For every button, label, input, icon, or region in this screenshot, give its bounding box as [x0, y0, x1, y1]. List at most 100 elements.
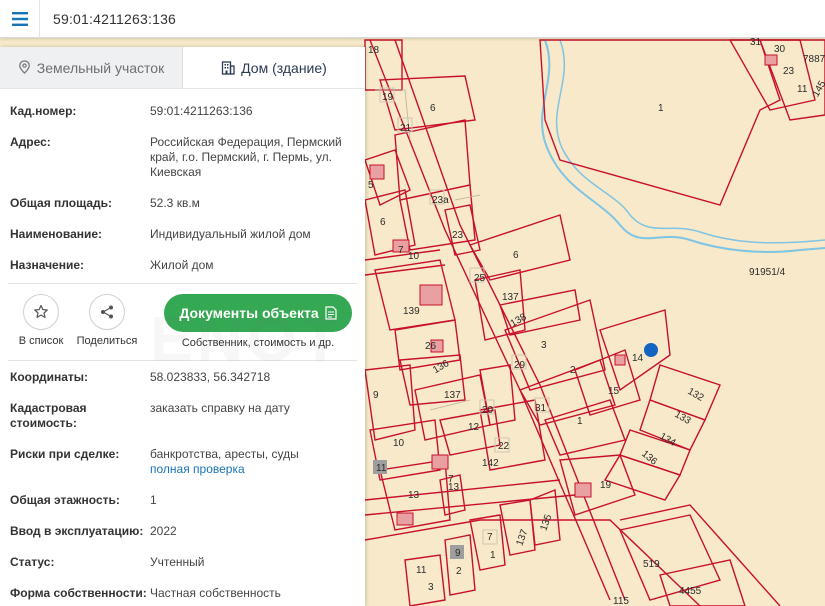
- label-floors: Общая этажность:: [10, 493, 120, 507]
- row-year: Ввод в эксплуатацию: 2022: [0, 524, 365, 539]
- favorite-button[interactable]: [23, 294, 59, 330]
- menu-button[interactable]: [0, 0, 40, 38]
- parcel-label: 9: [373, 390, 379, 401]
- parcel-label: 23: [452, 230, 464, 241]
- label-line: стоимость:: [10, 416, 77, 430]
- address-value: Российская Федерация, Пермский край, г.о…: [150, 135, 342, 180]
- share-button[interactable]: [89, 294, 125, 330]
- row-area: Общая площадь: 52.3 кв.м: [0, 196, 365, 211]
- row-status: Статус: Учтенный: [0, 555, 365, 570]
- purpose-value: Жилой дом: [150, 258, 214, 272]
- risks-text: банкротства, аресты, суды: [150, 447, 299, 461]
- parcel-label: 1: [490, 550, 496, 561]
- row-name: Наименование: Индивидуальный жилой дом: [0, 227, 365, 242]
- address-line: Киевская: [150, 165, 202, 179]
- search-input[interactable]: 59:01:4211263:136: [40, 11, 176, 27]
- label-purpose: Назначение:: [10, 258, 85, 272]
- parcel-label: 18: [368, 45, 380, 56]
- parcel-label: 19: [382, 92, 394, 103]
- documents-subtitle: Собственник, стоимость и др.: [181, 337, 335, 349]
- parcel-label: 139: [403, 306, 420, 317]
- label-cadastral-number: Кад.номер:: [10, 104, 77, 118]
- parcel-label: 3: [541, 340, 547, 351]
- parcel-label: 10: [408, 251, 420, 262]
- parcel-label: 7887: [803, 54, 825, 65]
- parcel-label: 15: [608, 386, 620, 397]
- parcel-label: 30: [774, 44, 786, 55]
- share-label: Поделиться: [76, 335, 138, 347]
- label-year: Ввод в эксплуатацию:: [10, 524, 144, 538]
- parcel-label: 137: [502, 292, 519, 303]
- document-icon: [325, 306, 337, 320]
- label-address: Адрес:: [10, 135, 51, 149]
- label-status: Статус:: [10, 555, 55, 569]
- order-certificate-link[interactable]: заказать справку на дату: [150, 401, 290, 431]
- tab-label: Дом (здание): [241, 59, 327, 76]
- share-icon: [101, 305, 113, 319]
- full-check-link[interactable]: полная проверка: [150, 462, 299, 477]
- floors-value: 1: [150, 493, 157, 507]
- row-address: Адрес: Российская Федерация, Пермский кр…: [0, 135, 365, 180]
- parcel-label: 5: [368, 180, 374, 191]
- label-ownership: Форма собственности:: [10, 586, 147, 600]
- parcel-label: 14: [632, 353, 644, 364]
- parcel-label: 1: [658, 103, 664, 114]
- row-ownership: Форма собственности: Частная собственнос…: [0, 586, 365, 601]
- address-line: Российская Федерация, Пермский: [150, 135, 342, 149]
- parcel-label: 31: [750, 37, 762, 48]
- tab-label: Земельный участок: [36, 59, 165, 76]
- search-bar: 59:01:4211263:136: [0, 0, 825, 38]
- documents-button-label: Документы объекта: [179, 305, 319, 321]
- parcel-label: 20: [482, 405, 494, 416]
- selected-object-marker[interactable]: [644, 343, 658, 357]
- row-coordinates: Координаты: 58.023833, 56.342718: [0, 370, 365, 385]
- tab-land-plot[interactable]: Земельный участок: [0, 47, 183, 88]
- parcel-label: 11: [376, 463, 387, 474]
- label-name: Наименование:: [10, 227, 103, 241]
- cadastral-number-link[interactable]: 59:01:4211263:136: [150, 104, 253, 119]
- parcel-label: 13: [448, 482, 460, 493]
- documents-button[interactable]: Документы объекта: [164, 294, 352, 332]
- address-line: край, г.о. Пермский, г. Пермь, ул.: [150, 150, 332, 164]
- parcel-label: 6: [430, 103, 436, 114]
- parcel-label: 25: [474, 273, 486, 284]
- parcel-label: 23а: [432, 195, 449, 206]
- parcel-label: 115: [613, 596, 629, 606]
- parcel-label: 7: [487, 532, 493, 543]
- parcel-label: 6: [380, 217, 386, 228]
- area-value: 52.3 кв.м: [150, 196, 200, 210]
- star-icon: [34, 304, 48, 318]
- documents-action: Документы объекта Собственник, стоимость…: [164, 294, 352, 349]
- share-action: Поделиться: [76, 294, 138, 347]
- map-pin-icon: [18, 60, 30, 74]
- parcel-label: 31: [535, 403, 547, 414]
- object-info-panel: ENOT Земельный участок Дом (здание) Кад.…: [0, 47, 365, 606]
- parcel-label: 29: [514, 360, 526, 371]
- tab-bar: Земельный участок Дом (здание): [0, 47, 365, 89]
- year-value: 2022: [150, 524, 177, 538]
- parcel-label: 11: [797, 84, 808, 95]
- parcel-label: 142: [482, 458, 499, 469]
- action-bar: В список Поделиться Документы объекта Со…: [0, 284, 365, 349]
- parcel-label: 3: [428, 582, 434, 593]
- parcel-label: 13: [408, 490, 420, 501]
- risks-value: банкротства, аресты, суды полная проверк…: [150, 447, 299, 477]
- row-cadastral-number: Кад.номер: 59:01:4211263:136: [0, 104, 365, 119]
- label-line: Кадастровая: [10, 401, 87, 415]
- tab-building[interactable]: Дом (здание): [183, 47, 365, 88]
- parcel-label: 2: [570, 365, 576, 376]
- label-risks: Риски при сделке:: [10, 447, 120, 461]
- parcel-label: 21: [400, 123, 412, 134]
- parcel-label: 4455: [679, 586, 702, 597]
- row-risks: Риски при сделке: банкротства, аресты, с…: [0, 447, 365, 477]
- label-coordinates: Координаты:: [10, 370, 89, 384]
- parcel-label: 2: [456, 566, 462, 577]
- hamburger-icon: [11, 11, 28, 26]
- parcel-label: 12: [468, 422, 480, 433]
- parcel-label: 23: [783, 66, 795, 77]
- favorite-action: В список: [10, 294, 72, 347]
- status-value: Учтенный: [150, 555, 205, 569]
- parcel-label: 1: [577, 416, 583, 427]
- parcel-label: 519: [643, 559, 660, 570]
- label-cadastral-cost: Кадастровая стоимость:: [10, 401, 150, 431]
